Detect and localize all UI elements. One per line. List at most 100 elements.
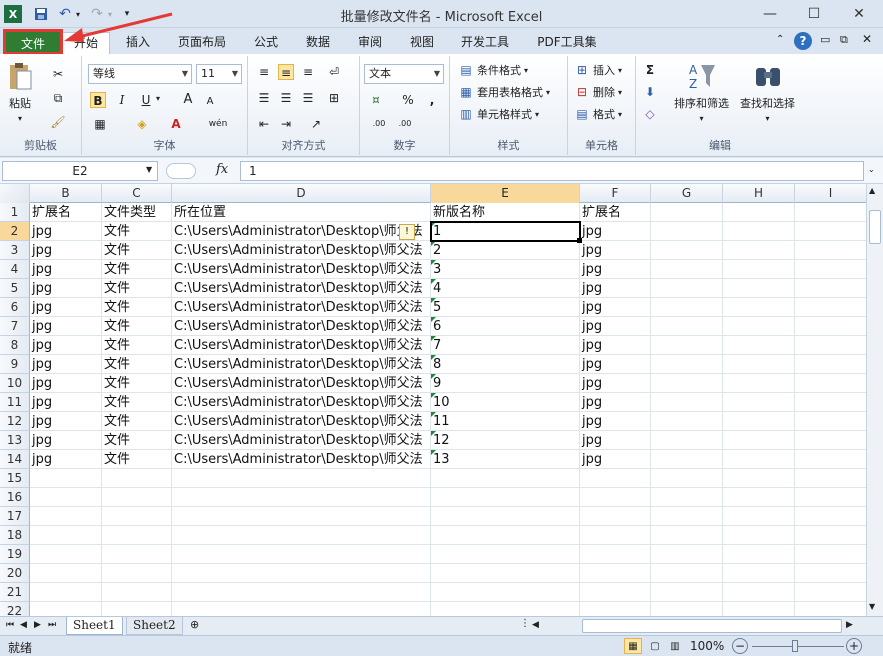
column-header-f[interactable]: F [580, 184, 651, 203]
cell-b16[interactable] [30, 488, 102, 507]
cell-h13[interactable] [723, 431, 795, 450]
sort-filter-button[interactable]: AZ 排序和筛选 ▾ [674, 60, 729, 123]
page-break-view-icon[interactable]: ▥ [666, 638, 684, 654]
cell-e17[interactable] [431, 507, 580, 526]
cell-g19[interactable] [651, 545, 723, 564]
cell-g15[interactable] [651, 469, 723, 488]
cell-c7[interactable]: 文件 [102, 317, 172, 336]
cell-f20[interactable] [580, 564, 651, 583]
cell-e1[interactable]: 新版名称 [431, 203, 580, 222]
cell-c4[interactable]: 文件 [102, 260, 172, 279]
cell-c21[interactable] [102, 583, 172, 602]
sheet-tab-sheet2[interactable]: Sheet2 [126, 617, 183, 635]
scroll-down-icon[interactable]: ▼ [869, 602, 875, 611]
cell-i10[interactable] [795, 374, 866, 393]
error-warning-icon[interactable]: ! [399, 224, 415, 240]
cell-d9[interactable]: C:\Users\Administrator\Desktop\师父法 [172, 355, 431, 374]
column-header-h[interactable]: H [723, 184, 795, 203]
spreadsheet-grid[interactable]: BCDEFGHI 1 扩展名 文件类型 所在位置 新版名称 扩展名 2 jpg 文件 C:\Use… [0, 184, 866, 616]
cell-g7[interactable] [651, 317, 723, 336]
align-middle-icon[interactable]: ≡ [278, 64, 294, 80]
cell-f19[interactable] [580, 545, 651, 564]
cell-g4[interactable] [651, 260, 723, 279]
name-box-dropdown-icon[interactable]: ▼ [146, 165, 152, 174]
cell-f1[interactable]: 扩展名 [580, 203, 651, 222]
cell-b4[interactable]: jpg [30, 260, 102, 279]
cell-h12[interactable] [723, 412, 795, 431]
page-layout-view-icon[interactable]: ▢ [646, 638, 664, 654]
horizontal-scroll-thumb[interactable] [582, 619, 842, 633]
cell-d5[interactable]: C:\Users\Administrator\Desktop\师父法 [172, 279, 431, 298]
percent-button[interactable]: % [400, 92, 416, 108]
cell-f3[interactable]: jpg [580, 241, 651, 260]
cell-b13[interactable]: jpg [30, 431, 102, 450]
cell-c12[interactable]: 文件 [102, 412, 172, 431]
copy-icon[interactable]: ⧉ [50, 90, 66, 106]
cell-i22[interactable] [795, 602, 866, 616]
cell-d20[interactable] [172, 564, 431, 583]
tab-home[interactable]: 开始 [62, 32, 110, 54]
cell-i14[interactable] [795, 450, 866, 469]
cell-f21[interactable] [580, 583, 651, 602]
cell-e3[interactable]: 2 [431, 241, 580, 260]
cell-b14[interactable]: jpg [30, 450, 102, 469]
cell-e19[interactable] [431, 545, 580, 564]
tab-file[interactable]: 文件 [3, 29, 63, 55]
cell-i11[interactable] [795, 393, 866, 412]
merge-center-icon[interactable]: ⊞ [326, 90, 342, 106]
cell-d15[interactable] [172, 469, 431, 488]
zoom-in-icon[interactable]: + [846, 638, 862, 654]
cell-h7[interactable] [723, 317, 795, 336]
column-header-c[interactable]: C [102, 184, 172, 203]
maximize-button[interactable]: ☐ [792, 2, 836, 26]
cell-e4[interactable]: 3 [431, 260, 580, 279]
align-left-icon[interactable]: ☰ [256, 90, 272, 106]
cell-i9[interactable] [795, 355, 866, 374]
cell-c19[interactable] [102, 545, 172, 564]
cell-f22[interactable] [580, 602, 651, 616]
align-bottom-icon[interactable]: ≡ [300, 64, 316, 80]
cell-d14[interactable]: C:\Users\Administrator\Desktop\师父法 [172, 450, 431, 469]
phonetic-button[interactable]: wén [206, 116, 230, 132]
cell-f18[interactable] [580, 526, 651, 545]
vertical-scroll-thumb[interactable] [869, 210, 881, 244]
cell-h14[interactable] [723, 450, 795, 469]
cell-i12[interactable] [795, 412, 866, 431]
cell-b17[interactable] [30, 507, 102, 526]
cell-g6[interactable] [651, 298, 723, 317]
cell-g12[interactable] [651, 412, 723, 431]
column-header-b[interactable]: B [30, 184, 102, 203]
cell-d13[interactable]: C:\Users\Administrator\Desktop\师父法 [172, 431, 431, 450]
cell-i20[interactable] [795, 564, 866, 583]
row-header-6[interactable]: 6 [0, 298, 30, 317]
cell-g2[interactable] [651, 222, 723, 241]
row-header-3[interactable]: 3 [0, 241, 30, 260]
sheet-tab-sheet1[interactable]: Sheet1 [66, 617, 123, 635]
first-sheet-icon[interactable]: ⏮ [6, 620, 14, 630]
row-header-22[interactable]: 22 [0, 602, 30, 616]
cell-b15[interactable] [30, 469, 102, 488]
cell-e18[interactable] [431, 526, 580, 545]
cell-i7[interactable] [795, 317, 866, 336]
font-color-icon[interactable]: A [168, 116, 184, 132]
cell-h9[interactable] [723, 355, 795, 374]
cell-g22[interactable] [651, 602, 723, 616]
cell-f5[interactable]: jpg [580, 279, 651, 298]
conditional-format-button[interactable]: ▤ 条件格式 ▾ [458, 62, 528, 78]
underline-button[interactable]: U [138, 92, 154, 108]
format-painter-icon[interactable]: 🖌 [50, 114, 66, 130]
zoom-slider-track[interactable] [752, 646, 844, 647]
cell-f4[interactable]: jpg [580, 260, 651, 279]
cell-d18[interactable] [172, 526, 431, 545]
row-header-11[interactable]: 11 [0, 393, 30, 412]
cell-d4[interactable]: C:\Users\Administrator\Desktop\师父法 [172, 260, 431, 279]
tab-formulas[interactable]: 公式 [244, 32, 288, 54]
cell-i16[interactable] [795, 488, 866, 507]
cell-g9[interactable] [651, 355, 723, 374]
cell-c16[interactable] [102, 488, 172, 507]
tab-pdf-tools[interactable]: PDF工具集 [528, 32, 606, 54]
cell-f12[interactable]: jpg [580, 412, 651, 431]
cell-f14[interactable]: jpg [580, 450, 651, 469]
tab-data[interactable]: 数据 [296, 32, 340, 54]
tab-split-handle-icon[interactable]: ⋮ [520, 618, 530, 629]
